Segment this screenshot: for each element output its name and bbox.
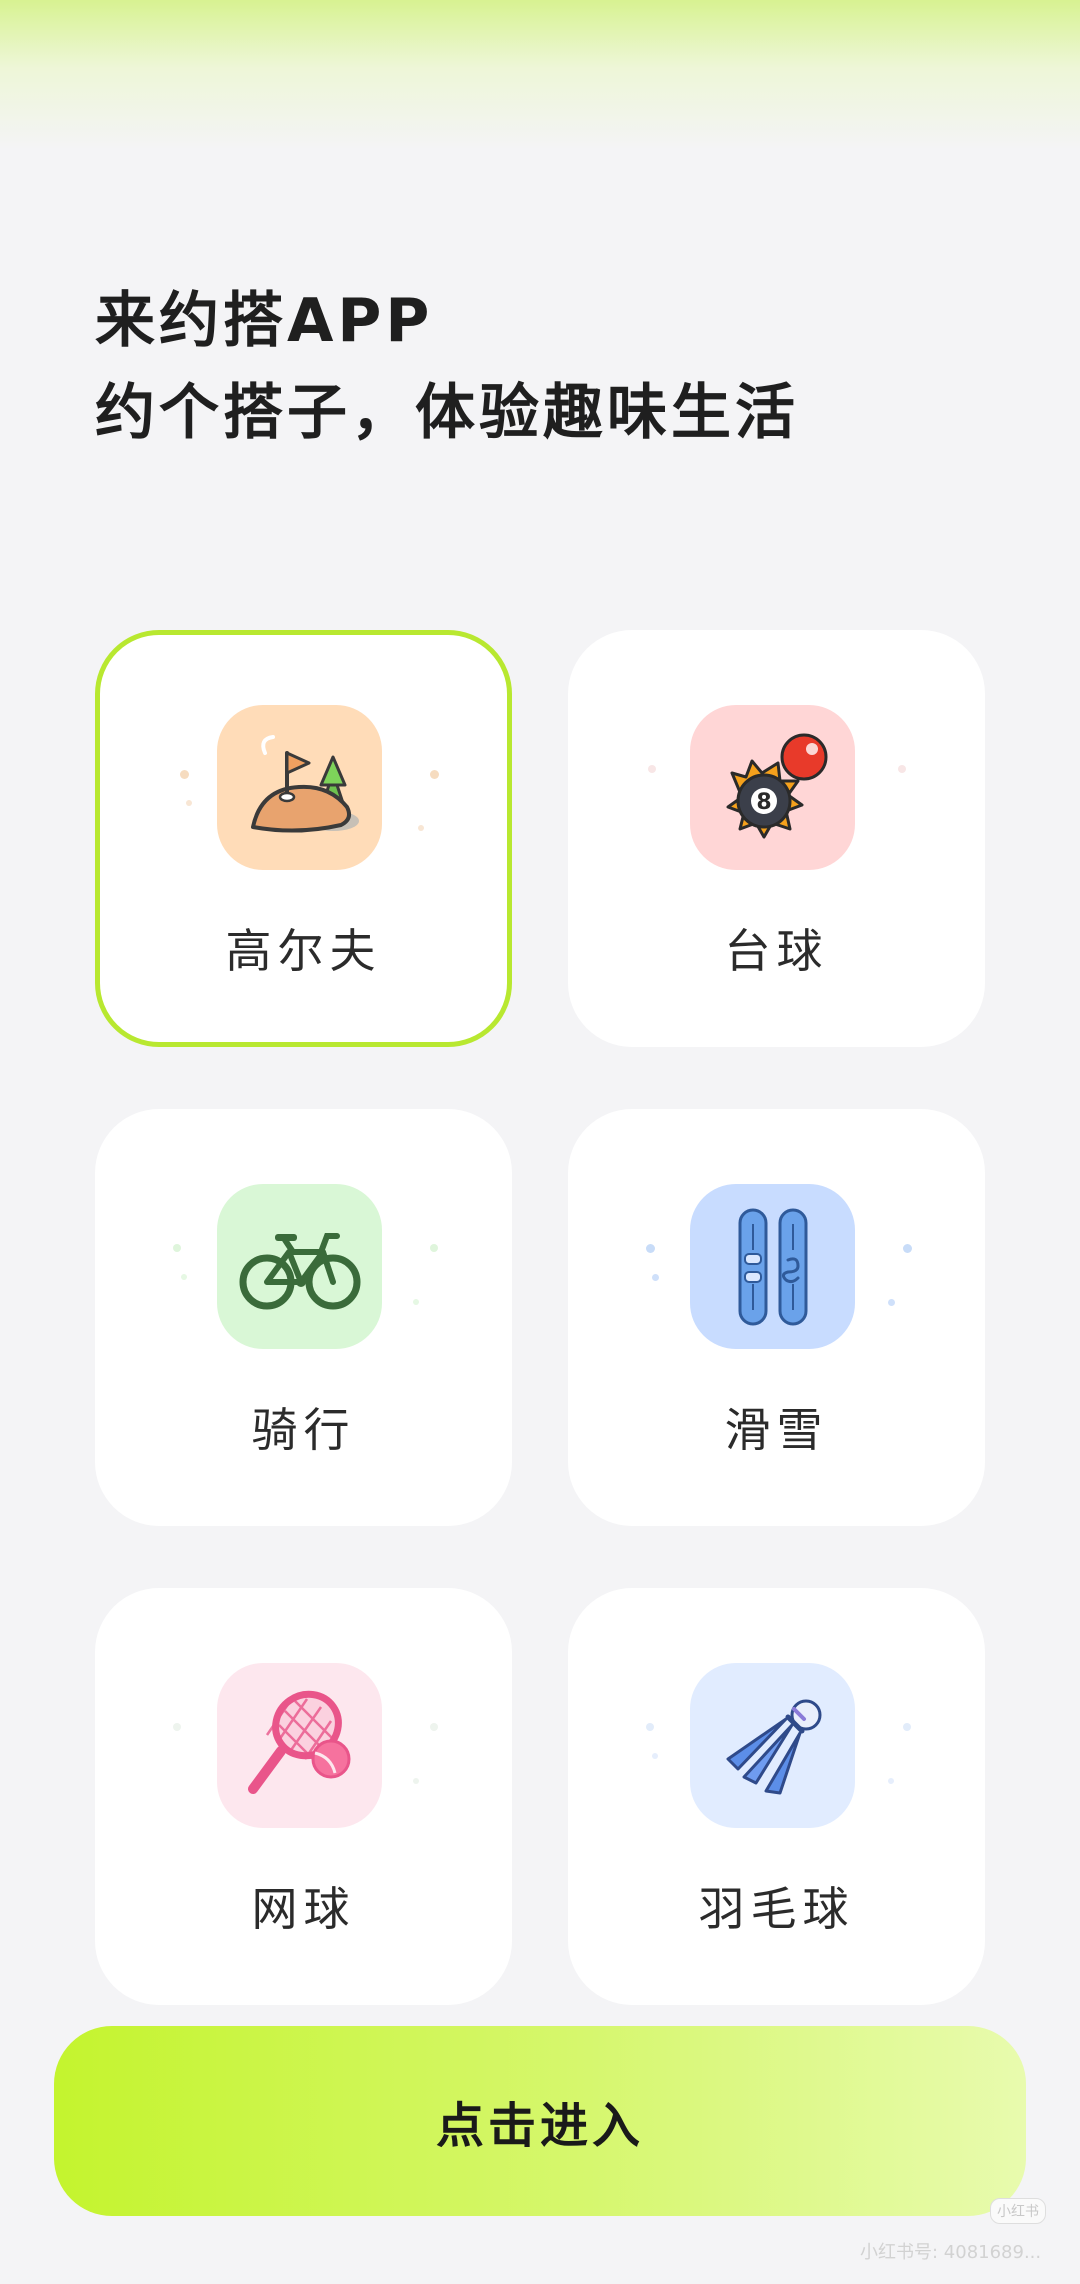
sport-tile-billiards[interactable]: 8 台球 [568, 630, 985, 1047]
watermark-id: 小红书号: 4081689... [860, 2242, 1042, 2263]
sport-tile-badminton[interactable]: 羽毛球 [568, 1588, 985, 2005]
decor-dot [648, 765, 656, 773]
tennis-icon [217, 1663, 382, 1828]
decor-dot [430, 770, 439, 779]
sport-tile-tennis[interactable]: 网球 [95, 1588, 512, 2005]
title-line-2: 约个搭子，体验趣味生活 [95, 378, 799, 448]
sport-label: 台球 [724, 924, 829, 978]
decor-dot [418, 825, 424, 831]
sport-grid: 高尔夫 8 台球 骑行 滑雪 网球 羽毛球 [95, 630, 985, 2005]
sport-label: 滑雪 [724, 1403, 829, 1457]
decor-dot [413, 1778, 419, 1784]
decor-dot [652, 1753, 658, 1759]
decor-dot [173, 1723, 181, 1731]
decor-dot [888, 1778, 894, 1784]
snowboard-icon [690, 1184, 855, 1349]
billiards-icon: 8 [690, 705, 855, 870]
sport-tile-cycling[interactable]: 骑行 [95, 1109, 512, 1526]
page-title: 来约搭APP 约个搭子，体验趣味生活 [95, 275, 799, 459]
sport-tile-skiing[interactable]: 滑雪 [568, 1109, 985, 1526]
decor-dot [888, 1299, 895, 1306]
enter-button[interactable]: 点击进入 [54, 2026, 1026, 2216]
title-line-1: 来约搭APP [95, 286, 434, 356]
sport-label: 羽毛球 [698, 1882, 855, 1936]
decor-dot [180, 770, 189, 779]
decor-dot [646, 1723, 654, 1731]
badminton-icon [690, 1663, 855, 1828]
decor-dot [413, 1299, 419, 1305]
decor-dot [186, 800, 192, 806]
decor-dot [903, 1244, 912, 1253]
watermark-logo: 小红书 [990, 2198, 1046, 2224]
decor-dot [173, 1244, 181, 1252]
sport-label: 高尔夫 [225, 924, 382, 978]
decor-dot [430, 1723, 438, 1731]
svg-text:8: 8 [756, 790, 771, 815]
decor-dot [898, 765, 906, 773]
decor-dot [903, 1723, 911, 1731]
decor-dot [646, 1244, 655, 1253]
top-gradient-glow [0, 0, 1080, 150]
decor-dot [430, 1244, 438, 1252]
decor-dot [181, 1274, 187, 1280]
sport-label: 骑行 [251, 1403, 356, 1457]
decor-dot [652, 1274, 659, 1281]
sport-label: 网球 [251, 1882, 356, 1936]
sport-tile-golf[interactable]: 高尔夫 [95, 630, 512, 1047]
golf-icon [217, 705, 382, 870]
bicycle-icon [217, 1184, 382, 1349]
